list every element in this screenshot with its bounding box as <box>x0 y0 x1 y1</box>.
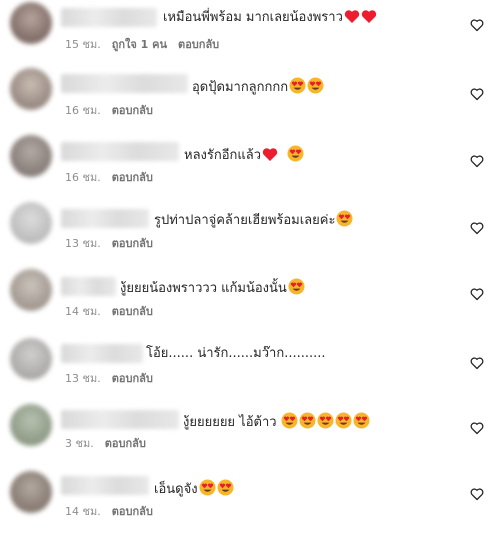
heart-eyes-emoji-icon <box>307 77 324 100</box>
comment-meta: 3 ชม. ตอบกลับ <box>65 437 157 451</box>
comment-text-body: รูปท่าปลาจู่คล้ายเฮียพร้อมเลยค่ะ <box>154 213 336 228</box>
like-heart-icon[interactable] <box>470 486 484 501</box>
comment-time: 13 ชม. <box>65 372 101 385</box>
red-heart-icon <box>262 147 278 168</box>
comment-text-body: อุดปุ้ดมากลูกกกก <box>192 80 289 95</box>
comment-item: รูปท่าปลาจู่คล้ายเฮียพร้อมเลยค่ะ 13 ชม. ต… <box>0 200 495 266</box>
heart-eyes-emoji-icon <box>199 479 216 502</box>
avatar[interactable] <box>10 471 52 513</box>
avatar[interactable] <box>10 202 52 244</box>
comment-meta: 14 ชม. ตอบกลับ <box>65 305 164 319</box>
like-heart-icon[interactable] <box>470 286 484 301</box>
comment-time: 3 ชม. <box>65 437 94 450</box>
username-blurred[interactable] <box>61 74 188 93</box>
heart-eyes-emoji-icon <box>217 479 234 502</box>
comment-text: เหมือนพี่พร้อม มากเลยน้องพราว <box>163 9 377 30</box>
comment-meta: 13 ชม. ตอบกลับ <box>65 372 164 386</box>
heart-eyes-emoji-icon <box>336 210 353 233</box>
avatar[interactable] <box>10 2 52 44</box>
comment-time: 13 ชม. <box>65 237 101 250</box>
username-blurred[interactable] <box>61 277 116 296</box>
comment-time: 16 ชม. <box>65 104 101 117</box>
comment-meta: 13 ชม. ตอบกลับ <box>65 237 164 251</box>
avatar[interactable] <box>10 404 52 446</box>
comment-text: งู้ยยยยยย ไอ้ต้าว <box>183 412 370 435</box>
red-heart-icon <box>344 9 360 30</box>
comment-text-body: เอ็นดูจัง <box>154 482 198 497</box>
comment-text-body: เหมือนพี่พร้อม มากเลยน้องพราว <box>163 10 343 25</box>
comment-item: โอ้ย...... น่ารัก......มว๊าก.......... 1… <box>0 334 495 400</box>
comment-item: อุดปุ้ดมากลูกกกก 16 ชม. ตอบกลับ <box>0 66 495 132</box>
reply-button[interactable]: ตอบกลับ <box>112 104 153 118</box>
heart-eyes-emoji-icon <box>299 412 316 435</box>
reply-button[interactable]: ตอบกลับ <box>112 237 153 251</box>
comment-text-body: หลงรักอีกแล้ว <box>184 148 262 163</box>
username-blurred[interactable] <box>61 209 149 228</box>
heart-eyes-emoji-icon <box>288 278 305 301</box>
like-heart-icon[interactable] <box>470 420 484 435</box>
like-heart-icon[interactable] <box>470 153 484 168</box>
like-heart-icon[interactable] <box>470 17 484 32</box>
avatar[interactable] <box>10 135 52 177</box>
red-heart-icon <box>361 9 377 30</box>
reply-button[interactable]: ตอบกลับ <box>112 171 153 185</box>
comment-text: เอ็นดูจัง <box>154 479 234 502</box>
comment-meta: 16 ชม. ตอบกลับ <box>65 171 164 185</box>
comment-meta: 14 ชม. ตอบกลับ <box>65 505 164 519</box>
heart-eyes-emoji-icon <box>353 412 370 435</box>
comment-time: 16 ชม. <box>65 171 101 184</box>
avatar[interactable] <box>10 269 52 311</box>
reply-button[interactable]: ตอบกลับ <box>112 372 153 386</box>
like-heart-icon[interactable] <box>470 355 484 370</box>
comment-meta: 16 ชม. ตอบกลับ <box>65 104 164 118</box>
comment-text-body: โอ้ย...... น่ารัก......มว๊าก.......... <box>146 346 326 361</box>
likes-count-link[interactable]: ถูกใจ 1 คน <box>112 38 167 52</box>
comment-time: 15 ชม. <box>65 38 101 51</box>
comment-text: งู้ยยยน้องพราววว แก้มน้องนั้น <box>120 278 305 301</box>
comment-item: งู้ยยยน้องพราววว แก้มน้องนั้น 14 ชม. ตอบก… <box>0 267 495 333</box>
username-blurred[interactable] <box>61 344 143 363</box>
comment-text: โอ้ย...... น่ารัก......มว๊าก.......... <box>146 345 326 363</box>
username-blurred[interactable] <box>61 142 179 161</box>
heart-eyes-emoji-icon <box>287 145 304 168</box>
reply-button[interactable]: ตอบกลับ <box>112 305 153 319</box>
reply-button[interactable]: ตอบกลับ <box>112 505 153 519</box>
comment-meta: 15 ชม. ถูกใจ 1 คน ตอบกลับ <box>65 38 230 52</box>
comment-item: เหมือนพี่พร้อม มากเลยน้องพราว 15 ชม. ถูกใ… <box>0 0 495 66</box>
comment-item: หลงรักอีกแล้ว 16 ชม. ตอบกลับ <box>0 133 495 199</box>
reply-button[interactable]: ตอบกลับ <box>105 437 146 451</box>
comment-text-body: งู้ยยยยยย ไอ้ต้าว <box>183 415 277 430</box>
username-blurred[interactable] <box>61 410 179 429</box>
like-heart-icon[interactable] <box>470 86 484 101</box>
heart-eyes-emoji-icon <box>281 412 298 435</box>
comment-item: งู้ยยยยยย ไอ้ต้าว 3 ชม. ตอบกลับ <box>0 401 495 467</box>
comment-text-body: งู้ยยยน้องพราววว แก้มน้องนั้น <box>120 281 287 296</box>
avatar[interactable] <box>10 68 52 110</box>
comment-time: 14 ชม. <box>65 505 101 518</box>
comment-time: 14 ชม. <box>65 305 101 318</box>
heart-eyes-emoji-icon <box>289 77 306 100</box>
avatar[interactable] <box>10 338 52 380</box>
comment-item: เอ็นดูจัง 14 ชม. ตอบกลับ <box>0 467 495 533</box>
comment-text: หลงรักอีกแล้ว <box>184 145 304 168</box>
heart-eyes-emoji-icon <box>335 412 352 435</box>
username-blurred[interactable] <box>61 476 149 495</box>
username-blurred[interactable] <box>61 8 157 27</box>
comment-text: รูปท่าปลาจู่คล้ายเฮียพร้อมเลยค่ะ <box>154 210 353 233</box>
like-heart-icon[interactable] <box>470 220 484 235</box>
heart-eyes-emoji-icon <box>317 412 334 435</box>
comment-text: อุดปุ้ดมากลูกกกก <box>192 77 324 100</box>
reply-button[interactable]: ตอบกลับ <box>178 38 219 52</box>
